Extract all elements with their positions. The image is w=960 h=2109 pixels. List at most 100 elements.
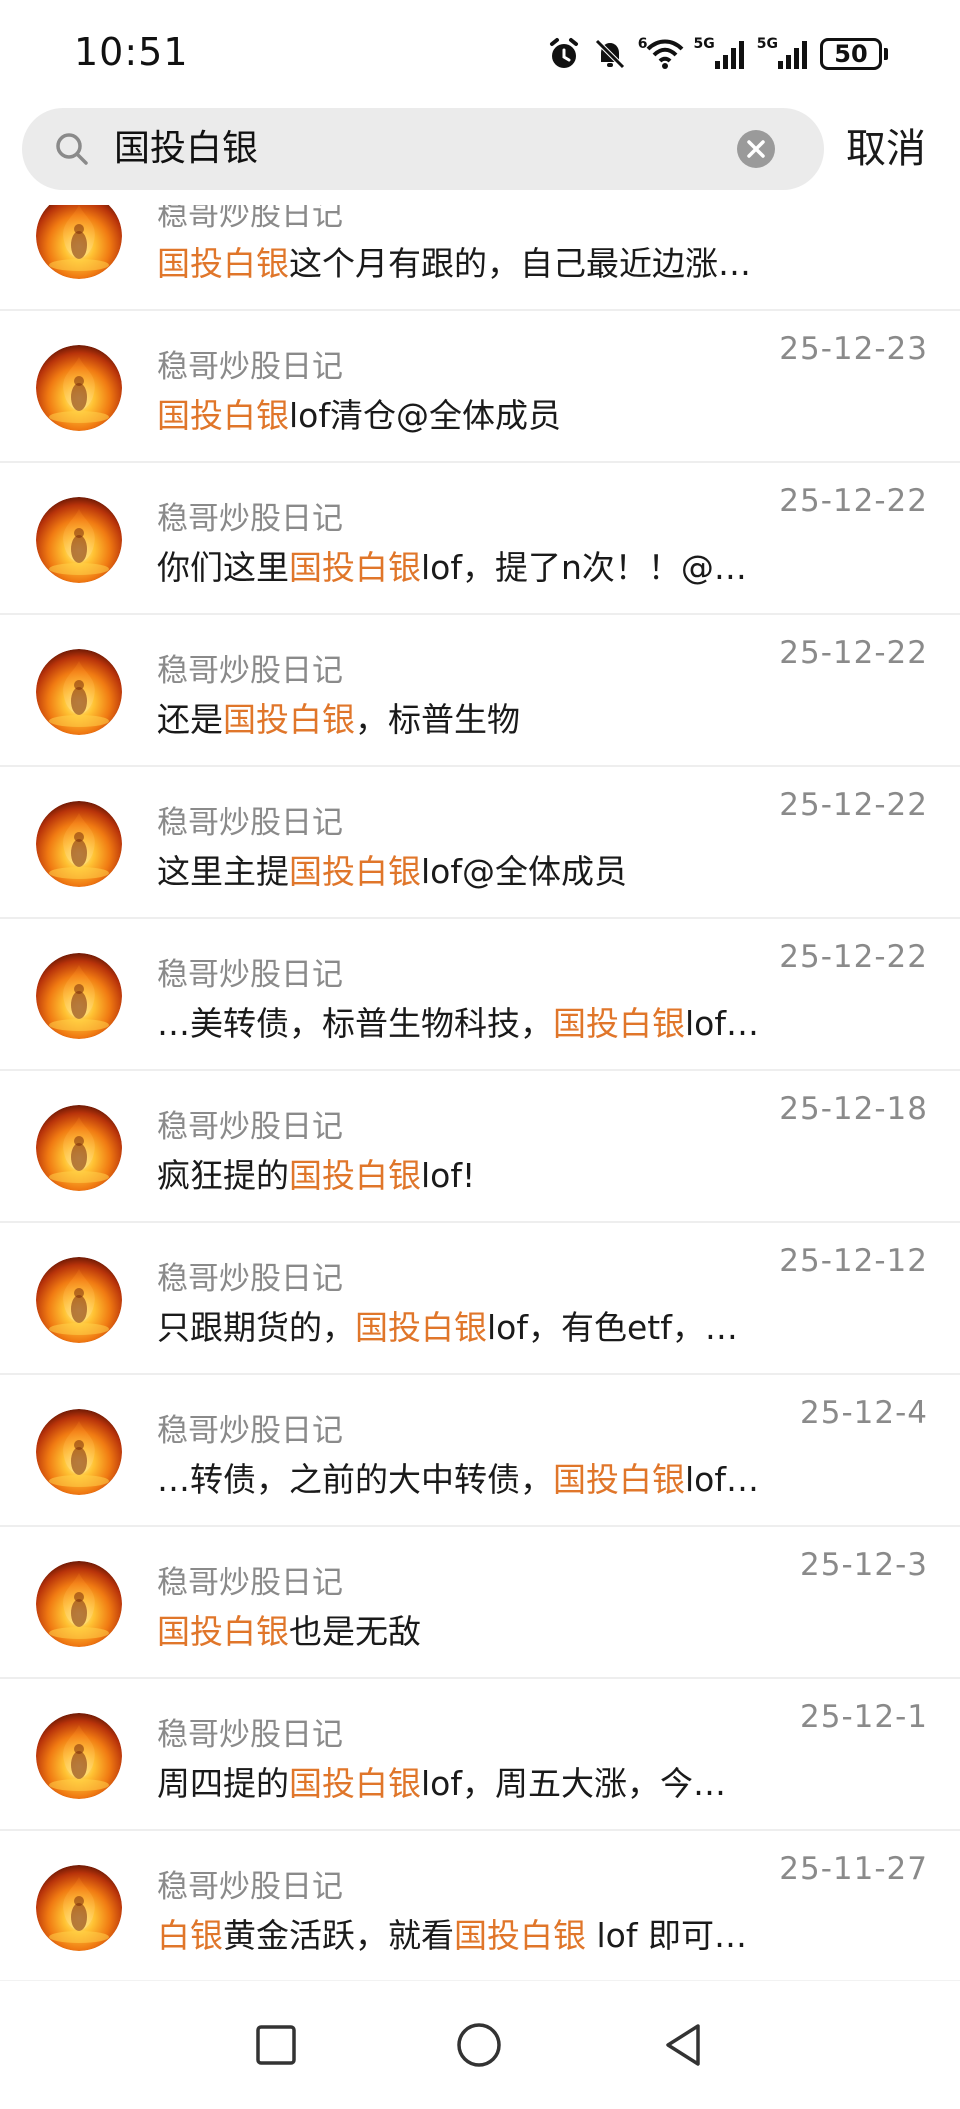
sender-name: 稳哥炒股日记 xyxy=(157,205,343,233)
snippet-text: lof… xyxy=(685,1004,759,1043)
recents-square-icon[interactable] xyxy=(252,2021,300,2069)
result-row[interactable]: 稳哥炒股日记 25-12-18 疯狂提的国投白银lof! xyxy=(0,1071,960,1223)
message-date: 25-12-22 xyxy=(779,787,928,823)
search-input[interactable]: 国投白银 xyxy=(22,108,824,190)
system-nav-bar xyxy=(0,1980,960,2109)
message-snippet: 国投白银这个月有跟的，自己最近边涨… xyxy=(157,237,751,285)
signal-2-label: 5G xyxy=(756,36,778,52)
avatar[interactable] xyxy=(36,953,122,1039)
snippet-text: lof! xyxy=(421,1156,476,1195)
message-snippet: 周四提的国投白银lof，周五大涨，今… xyxy=(157,1757,726,1805)
battery-level: 50 xyxy=(820,38,882,70)
message-date: 25-12-22 xyxy=(779,483,928,519)
snippet-text: 你们这里 xyxy=(157,548,289,587)
keyword-highlight: 国投白银 xyxy=(289,548,421,587)
result-row[interactable]: 稳哥炒股日记 25-12-22 还是国投白银，标普生物 xyxy=(0,615,960,767)
back-triangle-icon[interactable] xyxy=(660,2021,708,2069)
result-row[interactable]: 稳哥炒股日记 25-12-22 …美转债，标普生物科技，国投白银lof… xyxy=(0,919,960,1071)
message-snippet: 这里主提国投白银lof@全体成员 xyxy=(157,845,627,893)
message-date: 25-12-1 xyxy=(800,1699,928,1735)
message-date: 25-12-18 xyxy=(779,1091,928,1127)
wifi-icon: 6 xyxy=(638,34,684,74)
keyword-highlight: 国投白银 xyxy=(355,1308,487,1347)
avatar[interactable] xyxy=(36,1865,122,1951)
search-query[interactable]: 国投白银 xyxy=(114,108,258,190)
keyword-highlight: 国投白银 xyxy=(289,852,421,891)
result-row[interactable]: 稳哥炒股日记 25-12-22 这里主提国投白银lof@全体成员 xyxy=(0,767,960,919)
keyword-highlight: 国投白银 xyxy=(454,1916,586,1955)
snippet-text: 周四提的 xyxy=(157,1764,289,1803)
status-bar: 10:51 6 5G 5G 50 xyxy=(0,0,960,108)
alarm-icon xyxy=(546,34,582,74)
home-circle-icon[interactable] xyxy=(455,2021,503,2069)
battery-icon: 50 xyxy=(820,38,888,70)
sender-name: 稳哥炒股日记 xyxy=(157,1869,343,1905)
message-date: 25-12-12 xyxy=(779,1243,928,1279)
snippet-text: 还是 xyxy=(157,700,223,739)
sender-name: 稳哥炒股日记 xyxy=(157,349,343,385)
avatar[interactable] xyxy=(36,649,122,735)
sender-name: 稳哥炒股日记 xyxy=(157,805,343,841)
avatar[interactable] xyxy=(36,345,122,431)
search-header: 国投白银 取消 xyxy=(0,108,960,206)
result-row[interactable]: 稳哥炒股日记 25-11-27 白银黄金活跃，就看国投白银 lof 即可… xyxy=(0,1831,960,1980)
message-date: 25-12-3 xyxy=(800,1547,928,1583)
snippet-text: lof清仓@全体成员 xyxy=(289,396,561,435)
clear-icon[interactable] xyxy=(736,129,776,169)
result-row[interactable]: 稳哥炒股日记 25-12-1 周四提的国投白银lof，周五大涨，今… xyxy=(0,1679,960,1831)
keyword-highlight: 国投白银 xyxy=(289,1764,421,1803)
avatar[interactable] xyxy=(36,1409,122,1495)
result-row[interactable]: 稳哥炒股日记 25-12-4 …转债，之前的大中转债，国投白银lof… xyxy=(0,1375,960,1527)
message-snippet: 疯狂提的国投白银lof! xyxy=(157,1149,475,1197)
message-snippet: 还是国投白银，标普生物 xyxy=(157,693,520,741)
result-row[interactable]: 稳哥炒股日记 25-12-23 国投白银lof清仓@全体成员 xyxy=(0,311,960,463)
keyword-highlight: 国投白银 xyxy=(553,1004,685,1043)
keyword-highlight: 国投白银 xyxy=(157,396,289,435)
avatar[interactable] xyxy=(36,801,122,887)
status-icons: 6 5G 5G 50 xyxy=(546,34,888,74)
avatar[interactable] xyxy=(36,1713,122,1799)
sender-name: 稳哥炒股日记 xyxy=(157,501,343,537)
message-date: 25-12-22 xyxy=(779,635,928,671)
avatar[interactable] xyxy=(36,1561,122,1647)
snippet-text: 黄金活跃，就看 xyxy=(223,1916,454,1955)
signal-1-label: 5G xyxy=(693,36,715,52)
search-icon xyxy=(56,133,88,165)
snippet-text: lof… xyxy=(685,1460,759,1499)
snippet-text: 这里主提 xyxy=(157,852,289,891)
status-time: 10:51 xyxy=(74,30,189,74)
result-row[interactable]: 稳哥炒股日记国投白银这个月有跟的，自己最近边涨… xyxy=(0,205,960,311)
result-row[interactable]: 稳哥炒股日记 25-12-12 只跟期货的，国投白银lof，有色etf，… xyxy=(0,1223,960,1375)
avatar[interactable] xyxy=(36,205,122,279)
message-date: 25-12-22 xyxy=(779,939,928,975)
snippet-text: 这个月有跟的，自己最近边涨… xyxy=(289,244,751,283)
message-snippet: 白银黄金活跃，就看国投白银 lof 即可… xyxy=(157,1909,747,1957)
message-snippet: 只跟期货的，国投白银lof，有色etf，… xyxy=(157,1301,738,1349)
sender-name: 稳哥炒股日记 xyxy=(157,1717,343,1753)
mute-icon xyxy=(592,34,628,74)
sender-name: 稳哥炒股日记 xyxy=(157,1261,343,1297)
result-row[interactable]: 稳哥炒股日记 25-12-22 你们这里国投白银lof，提了n次！！@… xyxy=(0,463,960,615)
search-results-list: 稳哥炒股日记 国投白银这个月有跟的，自己最近边涨… 稳哥炒股日记 25-12-23 国投… xyxy=(0,205,960,1980)
message-snippet: …转债，之前的大中转债，国投白银lof… xyxy=(157,1453,759,1501)
cancel-button[interactable]: 取消 xyxy=(846,108,926,190)
message-date: 25-11-27 xyxy=(779,1851,928,1887)
message-snippet: 国投白银也是无敌 xyxy=(157,1605,421,1653)
snippet-text: lof，有色etf，… xyxy=(487,1308,738,1347)
signal-icon: 5G xyxy=(757,34,810,74)
sender-name: 稳哥炒股日记 xyxy=(157,957,343,993)
signal-icon: 5G xyxy=(694,34,747,74)
avatar[interactable] xyxy=(36,1257,122,1343)
keyword-highlight: 国投白银 xyxy=(157,1612,289,1651)
message-date: 25-12-23 xyxy=(779,331,928,367)
result-row[interactable]: 稳哥炒股日记 25-12-3 国投白银也是无敌 xyxy=(0,1527,960,1679)
snippet-text: …美转债，标普生物科技， xyxy=(157,1004,553,1043)
snippet-text: 只跟期货的， xyxy=(157,1308,355,1347)
message-date: 25-12-4 xyxy=(800,1395,928,1431)
keyword-highlight: 国投白银 xyxy=(289,1156,421,1195)
avatar[interactable] xyxy=(36,497,122,583)
snippet-text: 疯狂提的 xyxy=(157,1156,289,1195)
snippet-text: lof，提了n次！！@… xyxy=(421,548,747,587)
sender-name: 稳哥炒股日记 xyxy=(157,1413,343,1449)
avatar[interactable] xyxy=(36,1105,122,1191)
